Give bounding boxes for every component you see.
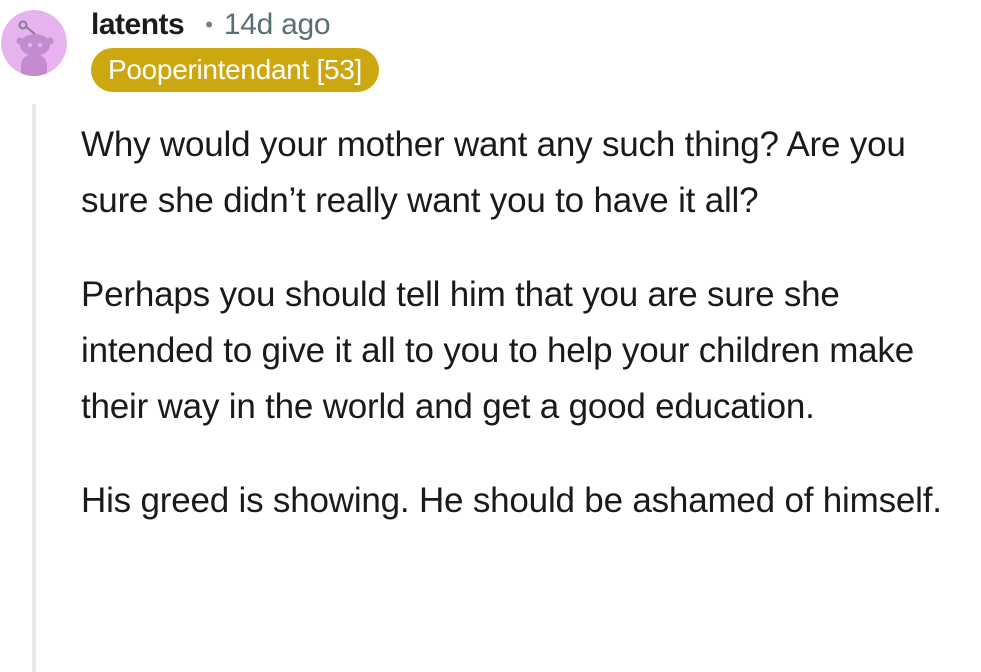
- comment-paragraph: Why would your mother want any such thin…: [81, 125, 906, 220]
- comment-paragraph: Perhaps you should tell him that you are…: [81, 275, 914, 426]
- comment-body: Why would your mother want any such thin…: [81, 117, 961, 529]
- user-flair: Pooperintendant [53]: [91, 48, 379, 92]
- snoo-avatar-icon: [1, 10, 67, 76]
- comment-paragraph: His greed is showing. He should be asham…: [81, 481, 942, 520]
- comment-meta: latents • 14d ago: [91, 6, 331, 44]
- comment: latents • 14d ago Pooperintendant [53] W…: [0, 0, 981, 672]
- timestamp[interactable]: 14d ago: [224, 8, 331, 42]
- avatar[interactable]: [1, 10, 67, 76]
- username-link[interactable]: latents: [91, 8, 185, 42]
- meta-separator: •: [205, 12, 213, 37]
- thread-line[interactable]: [32, 104, 36, 672]
- flair-text: Pooperintendant [53]: [108, 54, 362, 85]
